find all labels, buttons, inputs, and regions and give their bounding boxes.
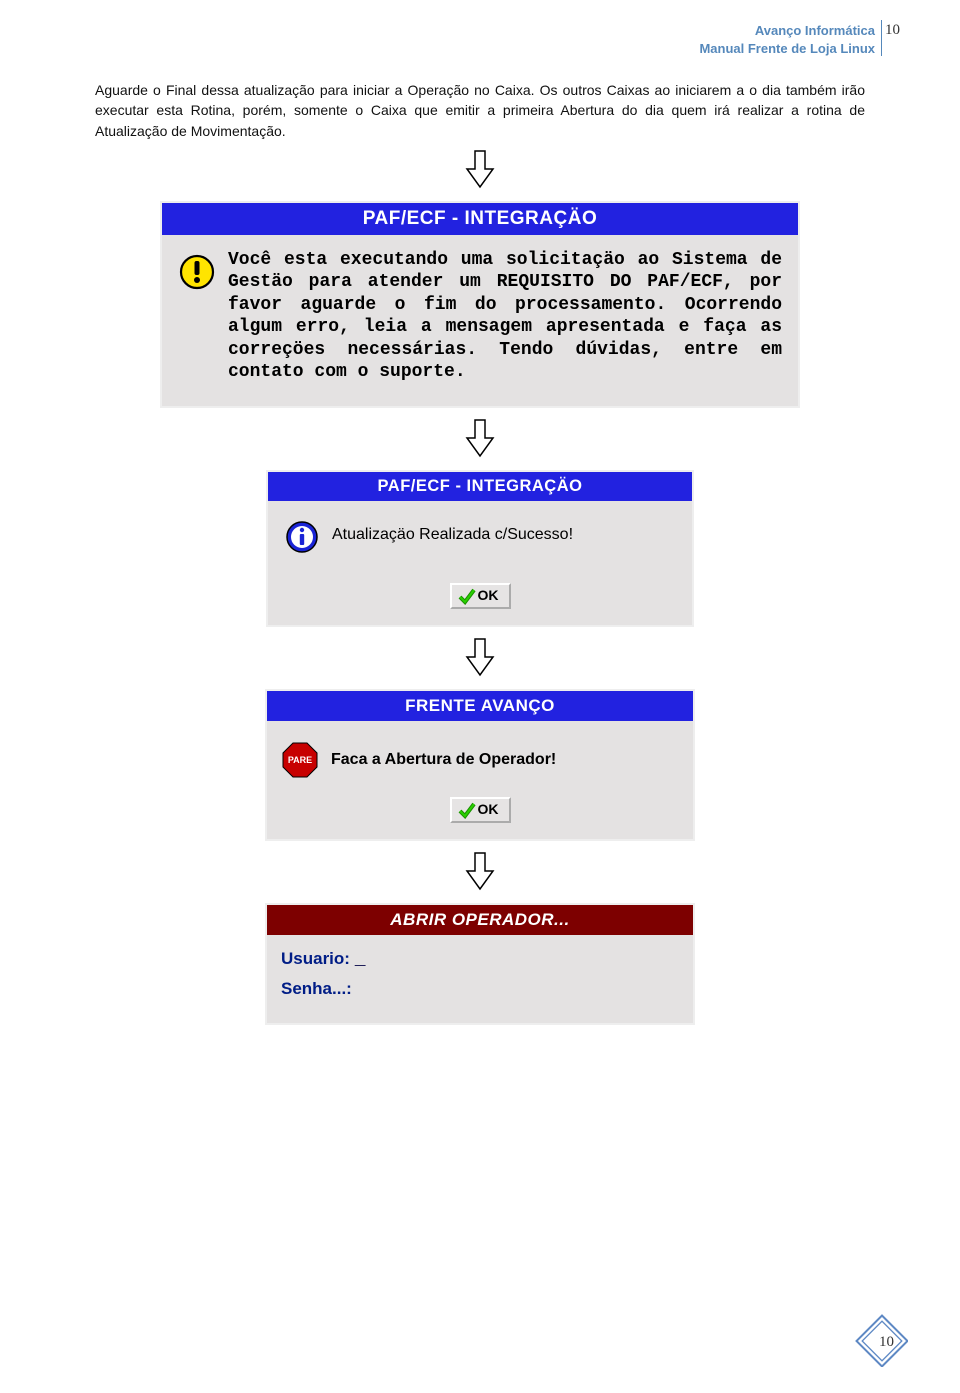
dialog-paf-ecf-wait: PAF/ECF - INTEGRAÇÄO Você esta executand… bbox=[160, 201, 800, 408]
dialog-title: PAF/ECF - INTEGRAÇÄO bbox=[162, 203, 798, 235]
dialog-paf-ecf-success: PAF/ECF - INTEGRAÇÄO Atualizaçäo Realiza… bbox=[266, 470, 694, 627]
header-line-1: Avanço Informática bbox=[755, 23, 875, 38]
dialog-message: Você esta executando uma solicitaçäo ao … bbox=[228, 249, 782, 384]
body-paragraph: Aguarde o Final dessa atualização para i… bbox=[95, 80, 865, 141]
page-corner-decoration bbox=[850, 1309, 908, 1367]
checkmark-icon bbox=[458, 587, 476, 605]
dialog-abrir-operador: ABRIR OPERADOR... Usuario: _ Senha...: bbox=[265, 903, 695, 1025]
dialog-message: Faca a Abertura de Operador! bbox=[331, 751, 556, 769]
dialog-title: FRENTE AVANÇO bbox=[267, 691, 693, 721]
arrow-down-icon bbox=[462, 418, 498, 460]
dialog-title: PAF/ECF - INTEGRAÇÄO bbox=[268, 472, 692, 501]
user-label: Usuario: bbox=[281, 949, 350, 968]
user-input[interactable]: _ bbox=[355, 950, 366, 970]
ok-button-label: OK bbox=[478, 801, 499, 817]
dialog-message: Atualizaçäo Realizada c/Sucesso! bbox=[332, 526, 573, 544]
pare-stop-icon: PARE bbox=[281, 741, 319, 779]
arrow-down-icon bbox=[462, 851, 498, 893]
header-line-2: Manual Frente de Loja Linux bbox=[699, 41, 875, 56]
arrow-down-icon bbox=[462, 149, 498, 191]
login-pass-row: Senha...: bbox=[281, 975, 679, 1005]
header-divider bbox=[881, 20, 882, 56]
checkmark-icon bbox=[458, 801, 476, 819]
exclamation-warning-icon bbox=[178, 253, 216, 291]
login-user-row: Usuario: _ bbox=[281, 945, 679, 975]
ok-button[interactable]: OK bbox=[450, 583, 511, 609]
dialog-frente-avanco: FRENTE AVANÇO PARE Faca a Abertura de Op… bbox=[265, 689, 695, 841]
document-header: Avanço Informática Manual Frente de Loja… bbox=[699, 22, 875, 58]
ok-button[interactable]: OK bbox=[450, 797, 511, 823]
info-icon bbox=[284, 519, 320, 555]
arrow-down-icon bbox=[462, 637, 498, 679]
password-label: Senha...: bbox=[281, 979, 352, 998]
ok-button-label: OK bbox=[478, 587, 499, 603]
svg-text:PARE: PARE bbox=[288, 755, 312, 765]
page-number-top: 10 bbox=[885, 22, 900, 39]
dialog-title: ABRIR OPERADOR... bbox=[267, 905, 693, 935]
